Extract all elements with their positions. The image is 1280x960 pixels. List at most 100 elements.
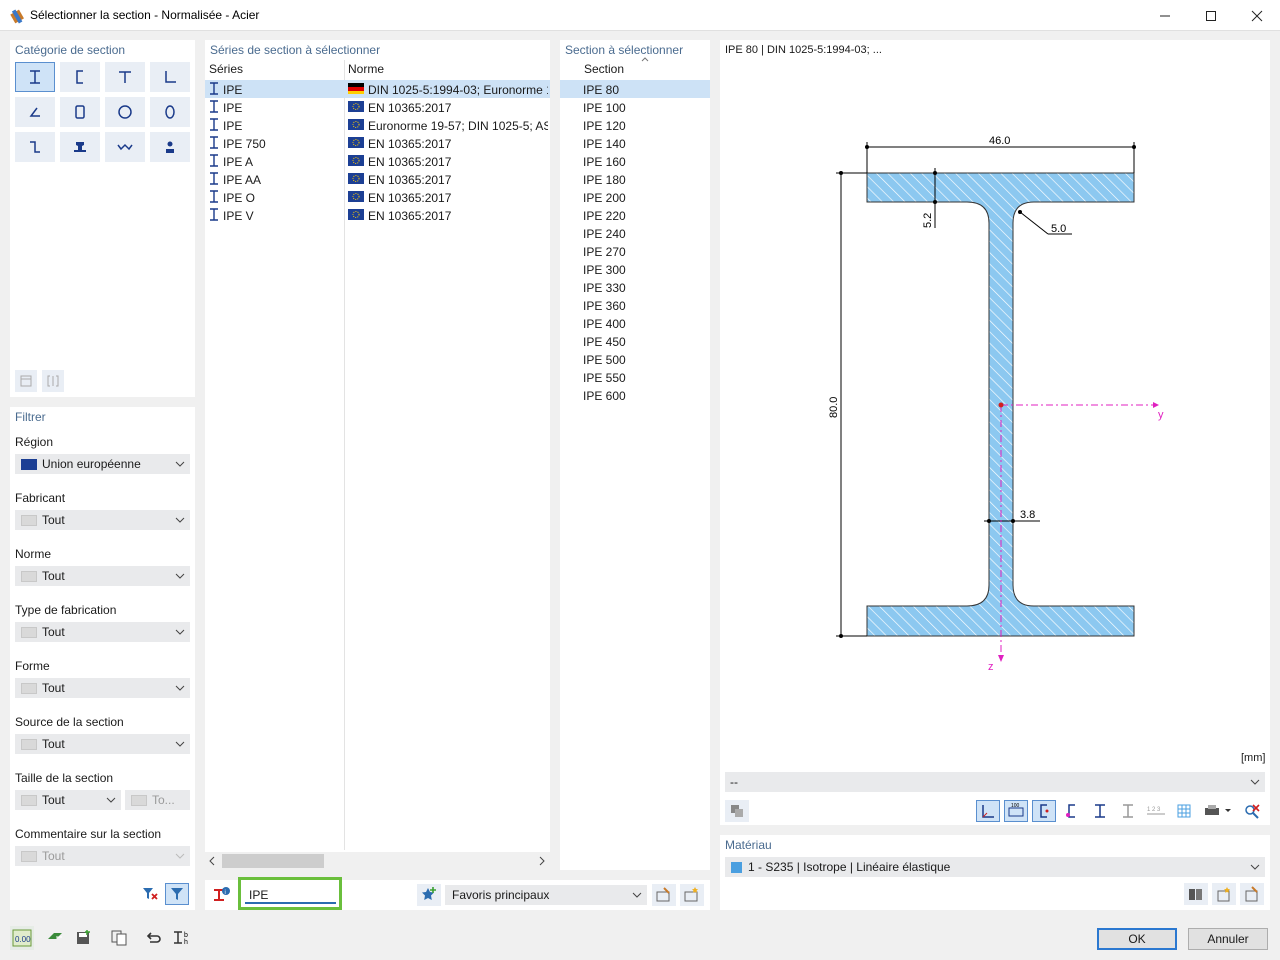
section-item[interactable]: IPE 80: [560, 80, 710, 98]
search-input[interactable]: IPE: [245, 884, 336, 904]
category-option1-button[interactable]: [15, 370, 37, 392]
section-item-label: IPE 270: [583, 245, 626, 259]
undo-button[interactable]: [142, 926, 166, 950]
section-item[interactable]: IPE 180: [560, 170, 710, 188]
category-unequal-angle-button[interactable]: [15, 97, 55, 127]
section-item[interactable]: IPE 300: [560, 260, 710, 278]
category-i-section-button[interactable]: [15, 62, 55, 92]
section-item[interactable]: IPE 200: [560, 188, 710, 206]
section-item[interactable]: IPE 450: [560, 332, 710, 350]
fabrication-type-select[interactable]: Tout: [15, 622, 190, 642]
region-select[interactable]: Union européenne: [15, 454, 190, 474]
category-t-section-button[interactable]: [105, 62, 145, 92]
section-info-icon: i: [214, 887, 230, 901]
series-row[interactable]: IPE DIN 1025-5:1994-03; Euronorme 19-57: [205, 80, 550, 98]
sort-ascending-icon: [641, 57, 649, 62]
norm-select[interactable]: Tout: [15, 566, 190, 586]
section-item[interactable]: IPE 500: [560, 350, 710, 368]
show-section-button[interactable]: [1088, 800, 1112, 822]
category-angle-button[interactable]: [150, 62, 190, 92]
show-section-dims-button[interactable]: 100: [1004, 800, 1028, 822]
section-item[interactable]: IPE 400: [560, 314, 710, 332]
category-solid-button[interactable]: [150, 132, 190, 162]
grid-button[interactable]: [1172, 800, 1196, 822]
series-row[interactable]: IPE EN 10365:2017: [205, 98, 550, 116]
size-select[interactable]: Tout: [15, 790, 121, 810]
section-item[interactable]: IPE 550: [560, 368, 710, 386]
scroll-right-icon[interactable]: [538, 856, 546, 866]
filter-button[interactable]: [165, 883, 189, 905]
series-row[interactable]: IPE AA EN 10365:2017: [205, 170, 550, 188]
preview-dropdown[interactable]: --: [725, 772, 1265, 792]
copy-button[interactable]: [108, 926, 132, 950]
section-item[interactable]: IPE 120: [560, 116, 710, 134]
show-dimensions-button[interactable]: [976, 800, 1000, 822]
category-rail-button[interactable]: [60, 132, 100, 162]
category-z-section-button[interactable]: [15, 132, 55, 162]
favorites-new-button[interactable]: [680, 884, 704, 906]
print-button[interactable]: [1200, 800, 1236, 822]
library-icon: [1189, 889, 1202, 900]
source-select[interactable]: Tout: [15, 734, 190, 754]
series-row[interactable]: IPE O EN 10365:2017: [205, 188, 550, 206]
numbering-button[interactable]: 1 2 3: [1144, 800, 1168, 822]
ok-button[interactable]: OK: [1097, 928, 1177, 950]
show-points-button[interactable]: [1032, 800, 1056, 822]
clear-filter-button[interactable]: [138, 883, 162, 905]
maximize-button[interactable]: [1188, 0, 1234, 31]
minimize-button[interactable]: [1142, 0, 1188, 31]
category-round-tube-button[interactable]: [105, 97, 145, 127]
section-item[interactable]: IPE 100: [560, 98, 710, 116]
section-item[interactable]: IPE 600: [560, 386, 710, 404]
add-favorite-button[interactable]: [417, 884, 441, 906]
cancel-button[interactable]: Annuler: [1188, 928, 1268, 950]
favorites-select[interactable]: Favoris principaux: [445, 885, 647, 905]
save-button[interactable]: [72, 926, 96, 950]
units-button[interactable]: [44, 926, 68, 950]
section-item[interactable]: IPE 360: [560, 296, 710, 314]
section-item[interactable]: IPE 160: [560, 152, 710, 170]
section-info-button[interactable]: i: [210, 884, 234, 906]
series-row[interactable]: IPE V EN 10365:2017: [205, 206, 550, 224]
series-column-header[interactable]: Séries: [209, 62, 243, 76]
i-section-icon: [210, 100, 218, 113]
category-option2-button[interactable]: [42, 370, 64, 392]
material-select[interactable]: 1 - S235 | Isotrope | Linéaire élastique: [725, 857, 1265, 877]
size-max-select[interactable]: To...: [125, 790, 190, 810]
horizontal-scrollbar[interactable]: [205, 852, 550, 870]
comment-select[interactable]: Tout: [15, 846, 190, 866]
close-button[interactable]: [1234, 0, 1280, 31]
chevron-down-icon: [175, 629, 185, 635]
section-column-header[interactable]: Section: [584, 62, 624, 76]
show-outline-button[interactable]: [1116, 800, 1140, 822]
manufacturer-select[interactable]: Tout: [15, 510, 190, 530]
section-item[interactable]: IPE 270: [560, 242, 710, 260]
oval-tube-icon: [165, 105, 175, 119]
category-oval-tube-button[interactable]: [150, 97, 190, 127]
category-channel-button[interactable]: [60, 62, 100, 92]
material-new-button[interactable]: [1212, 883, 1236, 905]
section-item[interactable]: IPE 330: [560, 278, 710, 296]
scroll-left-icon[interactable]: [208, 856, 216, 866]
section-item[interactable]: IPE 240: [560, 224, 710, 242]
series-row[interactable]: IPE Euronorme 19-57; DIN 1025-5; AST...: [205, 116, 550, 134]
material-edit-button[interactable]: [1240, 883, 1264, 905]
series-row[interactable]: IPE A EN 10365:2017: [205, 152, 550, 170]
section-item[interactable]: IPE 220: [560, 206, 710, 224]
norm-column-header[interactable]: Norme: [348, 62, 384, 76]
material-library-button[interactable]: [1184, 883, 1208, 905]
category-sheet-pile-button[interactable]: [105, 132, 145, 162]
reset-view-button[interactable]: [1240, 800, 1264, 822]
section-item-label: IPE 100: [583, 101, 626, 115]
shape-select[interactable]: Tout: [15, 678, 190, 698]
scrollbar-thumb[interactable]: [222, 854, 324, 868]
section-import-button[interactable]: [725, 800, 749, 822]
section-item[interactable]: IPE 140: [560, 134, 710, 152]
section-properties-button[interactable]: bh: [170, 926, 194, 950]
category-rect-tube-button[interactable]: [60, 97, 100, 127]
decimal-places-button[interactable]: 0.00: [10, 926, 34, 950]
size-label: Taille de la section: [15, 771, 114, 785]
series-row[interactable]: IPE 750 EN 10365:2017: [205, 134, 550, 152]
favorites-edit-button[interactable]: [652, 884, 676, 906]
show-centroid-button[interactable]: [1060, 800, 1084, 822]
